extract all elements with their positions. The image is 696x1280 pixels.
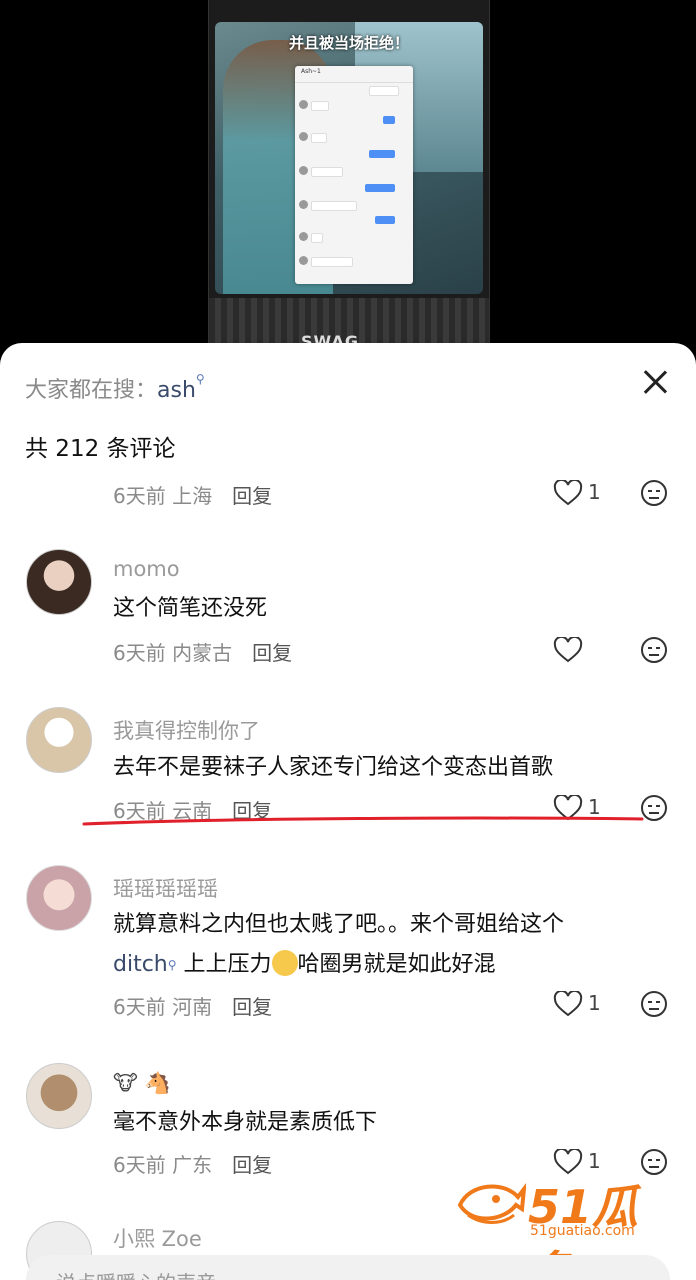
comment-input-placeholder: 说点暖暖心的声音	[56, 1267, 216, 1280]
dislike-face-icon[interactable]	[640, 479, 668, 507]
comment-time: 6天前	[113, 641, 166, 665]
comment-input[interactable]: 说点暖暖心的声音	[26, 1255, 670, 1280]
trending-search-keyword[interactable]: ash	[157, 378, 196, 403]
reply-button[interactable]: 回复	[232, 484, 272, 508]
avatar[interactable]	[26, 707, 92, 773]
heart-icon	[553, 480, 583, 506]
crying-emoji-icon	[271, 950, 298, 976]
comment-location: 河南	[172, 995, 213, 1019]
comment-location: 内蒙古	[172, 641, 233, 665]
comment-text: 毫不意外本身就是素质低下	[113, 1110, 378, 1135]
comment-time: 6天前	[113, 1153, 166, 1177]
dislike-face-icon[interactable]	[640, 990, 668, 1018]
comment-time: 6天前	[113, 484, 166, 508]
search-icon: ⚲	[167, 958, 177, 972]
like-count: 1	[588, 1149, 601, 1173]
red-underline-annotation	[82, 816, 644, 826]
comment-location: 上海	[172, 484, 213, 508]
comment-username[interactable]: momo	[113, 557, 180, 581]
search-icon: ⚲	[195, 372, 205, 386]
comment-time: 6天前	[113, 995, 166, 1019]
comment-meta: 6天前 广东 回复	[113, 1149, 272, 1178]
trending-search[interactable]: 大家都在搜：ash⚲	[25, 372, 205, 404]
comment-meta: 6天前 上海 回复	[113, 480, 272, 509]
reply-button[interactable]: 回复	[252, 641, 292, 665]
fish-logo-icon	[457, 1183, 526, 1224]
chat-screenshot: Ash~1	[295, 66, 413, 284]
comment-text-line1: 就算意料之内但也太贱了吧。。来个哥姐给这个	[113, 912, 565, 937]
comment-username[interactable]: 🐮 🐴	[113, 1071, 171, 1096]
dislike-face-icon[interactable]	[640, 636, 668, 664]
comment-username[interactable]: 我真得控制你了	[113, 715, 260, 745]
like-count: 1	[588, 480, 601, 504]
heart-icon	[553, 637, 583, 663]
video-frame: 并且被当场拒绝！ Ash~1 SWAG	[208, 0, 490, 360]
like-button[interactable]: 1	[553, 991, 603, 1017]
video-content: 并且被当场拒绝！ Ash~1	[215, 22, 483, 294]
like-button[interactable]	[553, 637, 603, 663]
comment-username[interactable]: 瑶瑶瑶瑶瑶	[113, 873, 218, 903]
comment-text: 这个简笔还没死	[113, 596, 268, 621]
comment-meta: 6天前 河南 回复	[113, 991, 272, 1020]
comment-username[interactable]: 小熙 Zoe	[113, 1223, 202, 1253]
comment-meta: 6天前 内蒙古 回复	[113, 637, 292, 666]
dislike-face-icon[interactable]	[640, 794, 668, 822]
like-button[interactable]: 1	[553, 480, 603, 506]
avatar[interactable]	[26, 1063, 92, 1129]
comment-link[interactable]: ditch	[113, 952, 168, 977]
comment-text-part: 哈圈男就是如此好混	[297, 952, 496, 977]
comment-location: 广东	[172, 1153, 213, 1177]
like-count: 1	[588, 991, 601, 1015]
avatar[interactable]	[26, 549, 92, 615]
chat-contact-name: Ash~1	[295, 66, 413, 83]
video-caption: 并且被当场拒绝！	[288, 34, 409, 52]
heart-icon	[553, 991, 583, 1017]
comment-text: 去年不是要袜子人家还专门给这个变态出首歌	[113, 755, 554, 780]
reply-button[interactable]: 回复	[232, 1153, 272, 1177]
comment-count: 共 212 条评论	[25, 436, 176, 462]
comment-text-line2: ditch⚲ 上上压力 哈圈男就是如此好混	[113, 945, 496, 985]
video-player[interactable]: 并且被当场拒绝！ Ash~1 SWAG	[0, 0, 696, 360]
reply-button[interactable]: 回复	[232, 995, 272, 1019]
watermark-url: 51guatiao.com	[530, 1223, 635, 1239]
comment-text-part: 上上压力	[176, 952, 272, 977]
comment-sheet: 大家都在搜：ash⚲ 共 212 条评论 6天前 上海 回复 1 momo 这个简…	[0, 343, 696, 1280]
avatar[interactable]	[26, 865, 92, 931]
site-watermark: 51瓜条 51guatiao.com	[456, 1171, 676, 1280]
close-button[interactable]	[640, 367, 670, 397]
trending-search-prefix: 大家都在搜：	[25, 378, 158, 403]
